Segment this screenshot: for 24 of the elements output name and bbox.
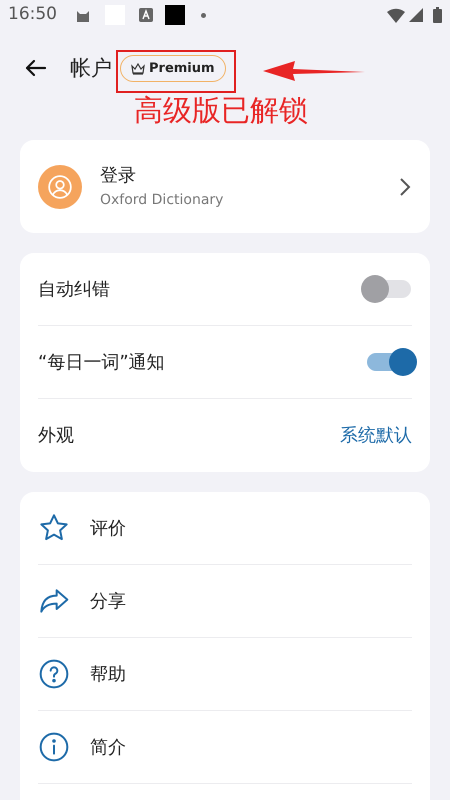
menu-item[interactable]: 简介 <box>38 711 412 784</box>
login-title: 登录 <box>100 164 137 188</box>
menu-item[interactable]: 分享 <box>38 565 412 638</box>
login-subtitle: Oxford Dictionary <box>100 190 224 210</box>
menu-item[interactable]: 评价 <box>38 492 412 565</box>
menu-item[interactable]: 帮助 <box>38 638 412 711</box>
setting-label: 外观 <box>38 424 74 448</box>
info-icon <box>38 731 70 763</box>
signal-icon <box>409 8 423 22</box>
chevron-right-icon <box>398 176 412 196</box>
status-time: 16:50 <box>8 3 57 26</box>
battery-icon <box>433 7 442 23</box>
setting-label: 自动纠错 <box>38 278 110 302</box>
annotation-text: 高级版已解锁 <box>134 92 308 128</box>
setting-label: “每日一词”通知 <box>38 350 165 374</box>
premium-badge: Premium <box>120 55 226 82</box>
account-card[interactable]: 登录 Oxford Dictionary <box>20 140 430 233</box>
crown-icon <box>131 62 145 75</box>
wifi-icon <box>387 8 405 22</box>
appearance-value[interactable]: 系统默认 <box>340 422 412 449</box>
avatar-icon <box>38 164 82 208</box>
help-icon <box>38 658 70 690</box>
page-title: 帐户 <box>70 55 112 82</box>
font-icon <box>139 8 153 22</box>
